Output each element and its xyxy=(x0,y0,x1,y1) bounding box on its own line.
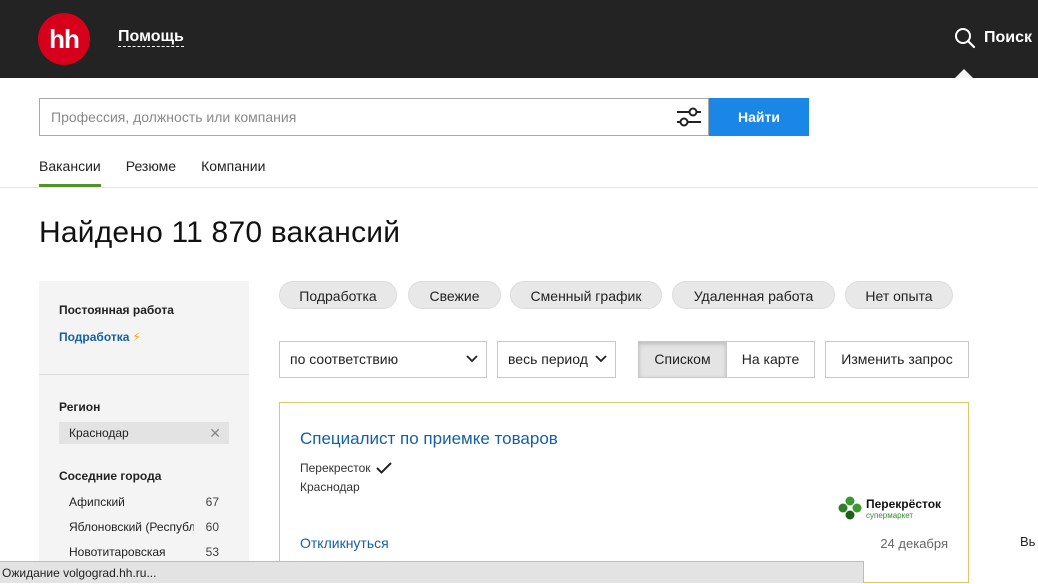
tab-vacancies[interactable]: Вакансии xyxy=(39,150,101,187)
nearby-city-name[interactable]: Яблоновский (Республ xyxy=(69,520,194,534)
part-time-label: Подработка xyxy=(59,330,130,344)
sort-select-value: по соответствию xyxy=(290,351,399,367)
quick-filter-pill[interactable]: Нет опыта xyxy=(845,281,953,309)
nearby-city-count: 60 xyxy=(205,520,219,534)
view-list-button[interactable]: Списком xyxy=(638,341,727,378)
employment-title: Постоянная работа xyxy=(59,303,174,317)
view-map-button[interactable]: На карте xyxy=(726,341,815,378)
nearby-city-count: 53 xyxy=(205,545,219,559)
nearby-city-count: 67 xyxy=(205,495,219,509)
period-select[interactable]: весь период xyxy=(497,341,616,378)
region-chip: Краснодар ✕ xyxy=(59,422,229,444)
quick-filter-pill[interactable]: Сменный график xyxy=(510,281,662,309)
vacancy-company-name: Перекресток xyxy=(300,461,371,475)
dropdown-notch xyxy=(955,69,973,78)
quick-filter-pill[interactable]: Свежие xyxy=(408,281,501,309)
clipped-edge-text: Вь xyxy=(1020,534,1036,549)
search-tabs: Вакансии Резюме Компании xyxy=(39,150,290,187)
filters-icon[interactable] xyxy=(676,106,702,128)
search-input[interactable] xyxy=(40,99,660,135)
nearby-city-name[interactable]: Новотитаровская xyxy=(69,545,219,559)
header-search-button[interactable]: Поиск xyxy=(954,26,1032,50)
tab-companies[interactable]: Компании xyxy=(201,150,265,187)
page-title: Найдено 11 870 вакансий xyxy=(39,216,401,249)
sidebar-divider xyxy=(39,374,249,375)
clover-icon xyxy=(838,496,862,520)
nearby-cities-title: Соседние города xyxy=(59,469,162,483)
hh-logo[interactable]: hh xyxy=(38,13,90,65)
vacancy-date: 24 декабря xyxy=(880,536,948,551)
verified-check-icon xyxy=(375,462,392,474)
sort-select[interactable]: по соответствию xyxy=(279,341,487,378)
nearby-city-name[interactable]: Афипский xyxy=(69,495,219,509)
tab-resumes[interactable]: Резюме xyxy=(126,150,176,187)
region-value: Краснодар xyxy=(69,426,129,440)
period-select-value: весь период xyxy=(508,351,588,367)
close-icon[interactable]: ✕ xyxy=(209,422,221,444)
top-header: hh Помощь Поиск xyxy=(0,0,1038,78)
browser-status-bar: Ожидание volgograd.hh.ru... xyxy=(0,561,864,583)
vacancy-card: Специалист по приемке товаров Перекресто… xyxy=(279,402,969,583)
filters-sidebar: Постоянная работа Подработка ⚡ Регион Кра… xyxy=(39,281,249,583)
vacancy-city: Краснодар xyxy=(300,480,360,494)
search-icon xyxy=(955,28,976,49)
lightning-icon: ⚡ xyxy=(132,330,141,344)
edit-query-button[interactable]: Изменить запрос xyxy=(825,341,969,378)
company-logo-subtitle: супермаркет xyxy=(866,511,914,520)
region-title: Регион xyxy=(59,400,101,414)
quick-filter-pill[interactable]: Удаленная работа xyxy=(672,281,835,309)
company-logo[interactable]: Перекрёсток супермаркет xyxy=(838,495,950,521)
company-logo-name: Перекрёсток xyxy=(866,497,942,511)
chevron-down-icon xyxy=(595,355,607,363)
quick-filter-pill[interactable]: Подработка xyxy=(279,281,397,309)
header-search-label: Поиск xyxy=(984,29,1033,46)
vacancy-title-link[interactable]: Специалист по приемке товаров xyxy=(300,429,558,449)
chevron-down-icon xyxy=(466,355,478,363)
help-link[interactable]: Помощь xyxy=(118,28,184,47)
respond-link[interactable]: Откликнуться xyxy=(300,535,389,551)
find-button[interactable]: Найти xyxy=(709,98,809,136)
vacancy-company[interactable]: Перекресток xyxy=(300,461,392,475)
part-time-link[interactable]: Подработка ⚡ xyxy=(59,330,141,344)
search-box xyxy=(39,98,709,136)
